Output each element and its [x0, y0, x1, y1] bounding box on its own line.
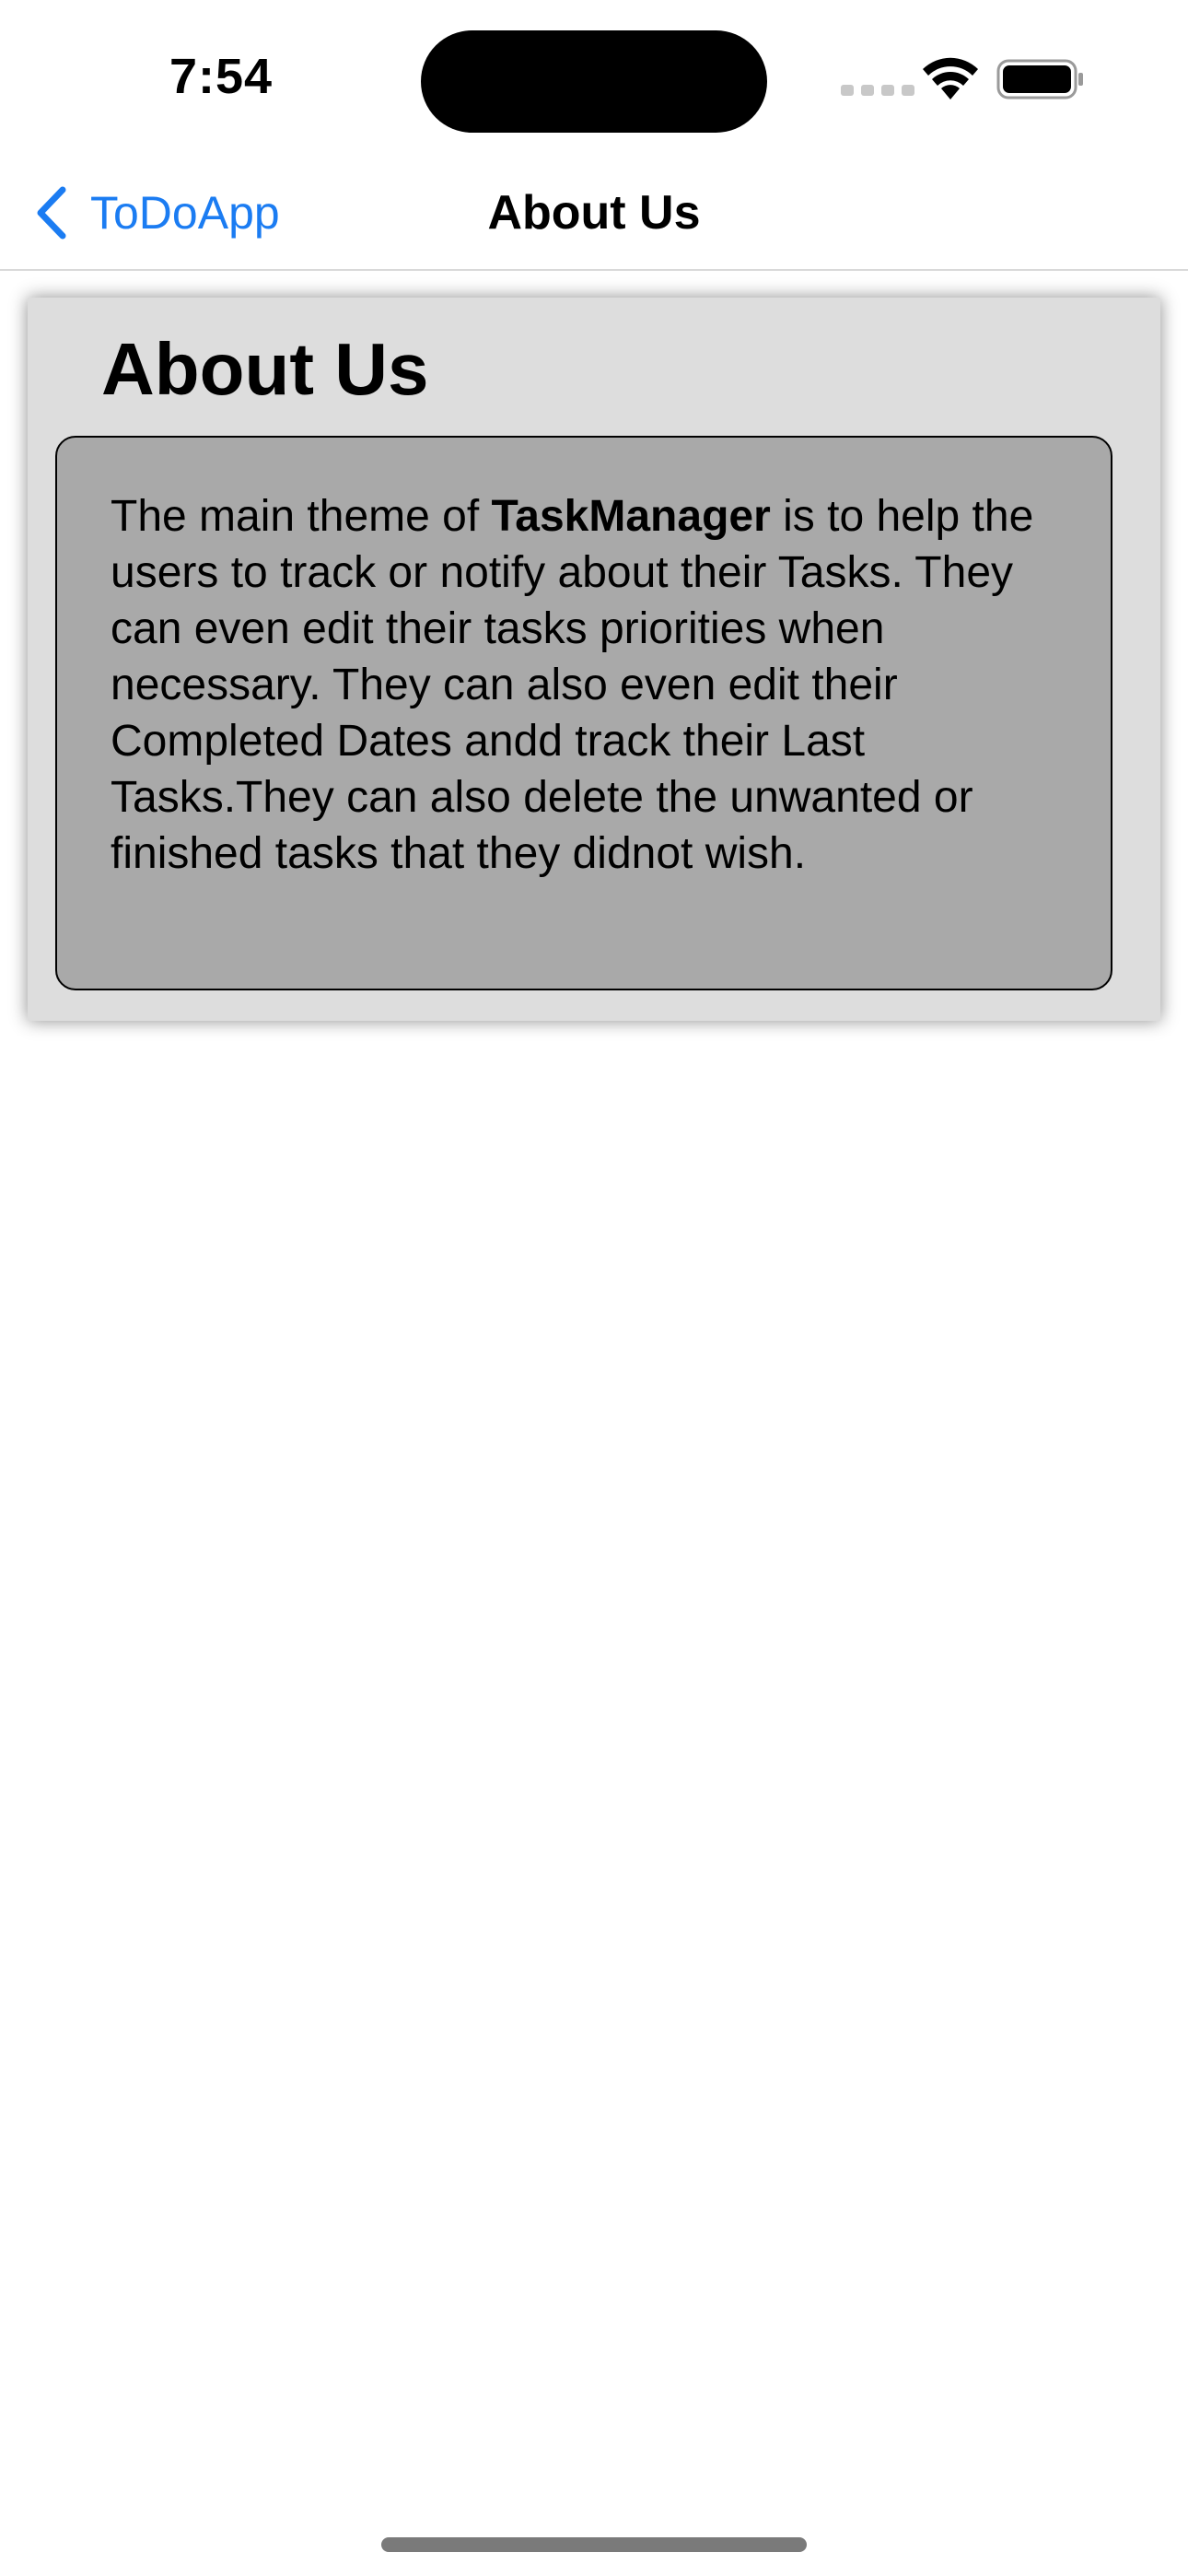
battery-icon [996, 59, 1083, 100]
page-title: About Us [101, 328, 429, 410]
home-indicator[interactable] [381, 2537, 807, 2552]
navigation-bar: ToDoApp About Us [0, 157, 1188, 271]
app-name: TaskManager [491, 492, 771, 541]
description-part-2: is to help the users to track or notify … [111, 492, 1034, 878]
about-card: About Us The main theme of TaskManager i… [28, 298, 1160, 1021]
signal-dots-icon [841, 85, 914, 96]
back-button[interactable]: ToDoApp [31, 181, 280, 245]
about-description: The main theme of TaskManager is to help… [111, 488, 1065, 882]
back-button-label: ToDoApp [90, 187, 280, 239]
status-bar: 7:54 [0, 0, 1188, 157]
wifi-icon [923, 57, 978, 100]
status-time: 7:54 [169, 49, 274, 104]
nav-title: About Us [487, 186, 701, 240]
about-description-box: The main theme of TaskManager is to help… [55, 436, 1112, 990]
description-part-1: The main theme of [111, 492, 492, 541]
chevron-left-icon [37, 186, 66, 240]
dynamic-island [421, 30, 767, 133]
